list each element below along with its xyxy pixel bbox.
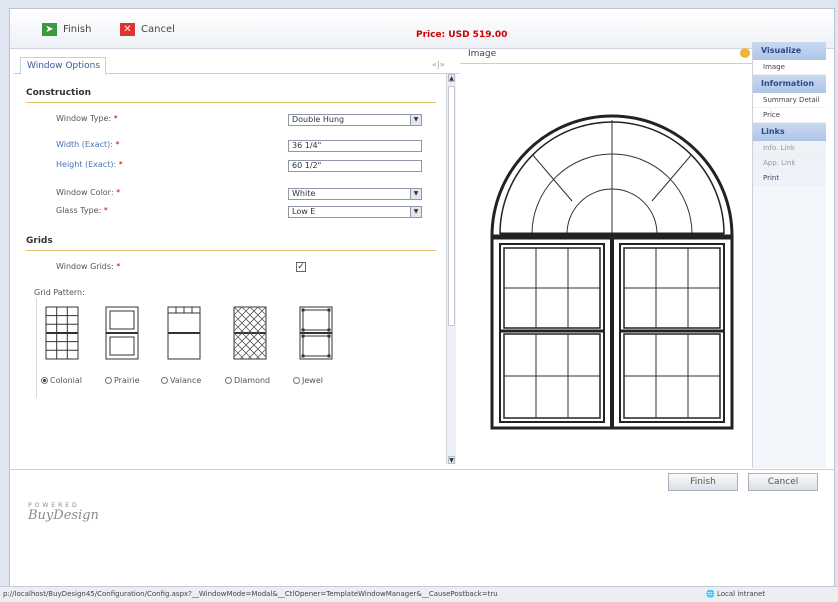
cancel-toolbar-button[interactable]: ✕ Cancel xyxy=(120,23,175,36)
window-grids-checkbox[interactable]: ✓ xyxy=(296,262,306,272)
height-field[interactable]: 60 1/2" xyxy=(288,160,422,172)
construction-heading: Construction xyxy=(26,88,92,98)
width-label: Width (Exact): * xyxy=(56,140,120,149)
image-panel-header: Image xyxy=(460,42,752,64)
finish-icon: ➤ xyxy=(42,23,57,36)
radio-button[interactable] xyxy=(41,377,48,384)
price-display: Price: USD 519.00 xyxy=(416,30,508,40)
radio-button[interactable] xyxy=(105,377,112,384)
options-panel: Window Options «|» Construction Window T… xyxy=(14,52,460,478)
radio-jewel[interactable]: Jewel xyxy=(293,376,323,385)
radio-button[interactable] xyxy=(225,377,232,384)
window-type-label: Window Type: * xyxy=(56,114,118,123)
window-color-label: Window Color: * xyxy=(56,188,121,197)
right-sidebar: Visualize Image Information Summary Deta… xyxy=(752,42,826,468)
grid-pattern-label: Grid Pattern: xyxy=(34,288,85,297)
browser-status-bar: p://localhost/BuyDesign45/Configuration/… xyxy=(0,586,838,602)
sidebar-item-print[interactable]: Print xyxy=(753,171,826,186)
colonial-pattern-image[interactable] xyxy=(45,306,79,360)
diamond-pattern-image[interactable] xyxy=(233,306,267,360)
jewel-pattern-image[interactable] xyxy=(299,306,333,360)
status-url: p://localhost/BuyDesign45/Configuration/… xyxy=(3,590,498,598)
sidebar-header-visualize: Visualize xyxy=(753,42,826,60)
grid-pattern-options: Colonial Prairie Valance Diamond Jewel xyxy=(36,298,346,398)
sidebar-header-information: Information xyxy=(753,75,826,93)
grids-heading: Grids xyxy=(26,236,53,246)
collapse-toggle[interactable]: «|» xyxy=(432,60,444,69)
chevron-down-icon: ▼ xyxy=(410,189,421,199)
glass-type-label: Glass Type: * xyxy=(56,206,108,215)
logo-brand-text: BuyDesign xyxy=(28,508,99,523)
refresh-icon[interactable] xyxy=(740,48,750,58)
sidebar-item-summary-detail[interactable]: Summary Detail xyxy=(753,93,826,108)
finish-button[interactable]: Finish xyxy=(668,473,738,491)
sidebar-item-image[interactable]: Image xyxy=(753,60,826,75)
cancel-icon: ✕ xyxy=(120,23,135,36)
radio-diamond[interactable]: Diamond xyxy=(225,376,270,385)
finish-toolbar-label: Finish xyxy=(63,24,92,35)
sidebar-item-info-link[interactable]: Info. Link xyxy=(753,141,826,156)
radio-valance[interactable]: Valance xyxy=(161,376,201,385)
window-type-select[interactable]: Double Hung ▼ xyxy=(288,114,422,126)
cancel-button[interactable]: Cancel xyxy=(748,473,818,491)
window-color-select[interactable]: White ▼ xyxy=(288,188,422,200)
sidebar-item-price[interactable]: Price xyxy=(753,108,826,123)
chevron-down-icon: ▼ xyxy=(410,207,421,217)
sidebar-header-links: Links xyxy=(753,123,826,141)
glass-type-select[interactable]: Low E ▼ xyxy=(288,206,422,218)
radio-prairie[interactable]: Prairie xyxy=(105,376,140,385)
window-preview-image xyxy=(490,114,734,430)
sidebar-item-app-link[interactable]: App. Link xyxy=(753,156,826,171)
radio-button[interactable] xyxy=(161,377,168,384)
security-zone: 🌐 Local intranet xyxy=(706,590,766,598)
width-field[interactable]: 36 1/4" xyxy=(288,140,422,152)
tab-window-options[interactable]: Window Options xyxy=(20,57,106,75)
finish-toolbar-button[interactable]: ➤ Finish xyxy=(42,23,91,36)
window-grids-label: Window Grids: * xyxy=(56,262,121,271)
height-label: Height (Exact): * xyxy=(56,160,123,169)
scroll-thumb[interactable] xyxy=(448,86,455,326)
tab-bar: Window Options «|» xyxy=(14,52,460,75)
radio-button[interactable] xyxy=(293,377,300,384)
cancel-toolbar-label: Cancel xyxy=(141,24,175,35)
image-panel-title: Image xyxy=(468,49,497,59)
scroll-down-arrow[interactable]: ▼ xyxy=(448,456,455,464)
options-scrollbar[interactable]: ▲ ▼ xyxy=(446,74,456,464)
valance-pattern-image[interactable] xyxy=(167,306,201,360)
grids-divider xyxy=(26,250,436,251)
scroll-up-arrow[interactable]: ▲ xyxy=(448,74,455,82)
prairie-pattern-image[interactable] xyxy=(105,306,139,360)
construction-divider xyxy=(26,102,436,103)
chevron-down-icon: ▼ xyxy=(410,115,421,125)
radio-colonial[interactable]: Colonial xyxy=(41,376,82,385)
